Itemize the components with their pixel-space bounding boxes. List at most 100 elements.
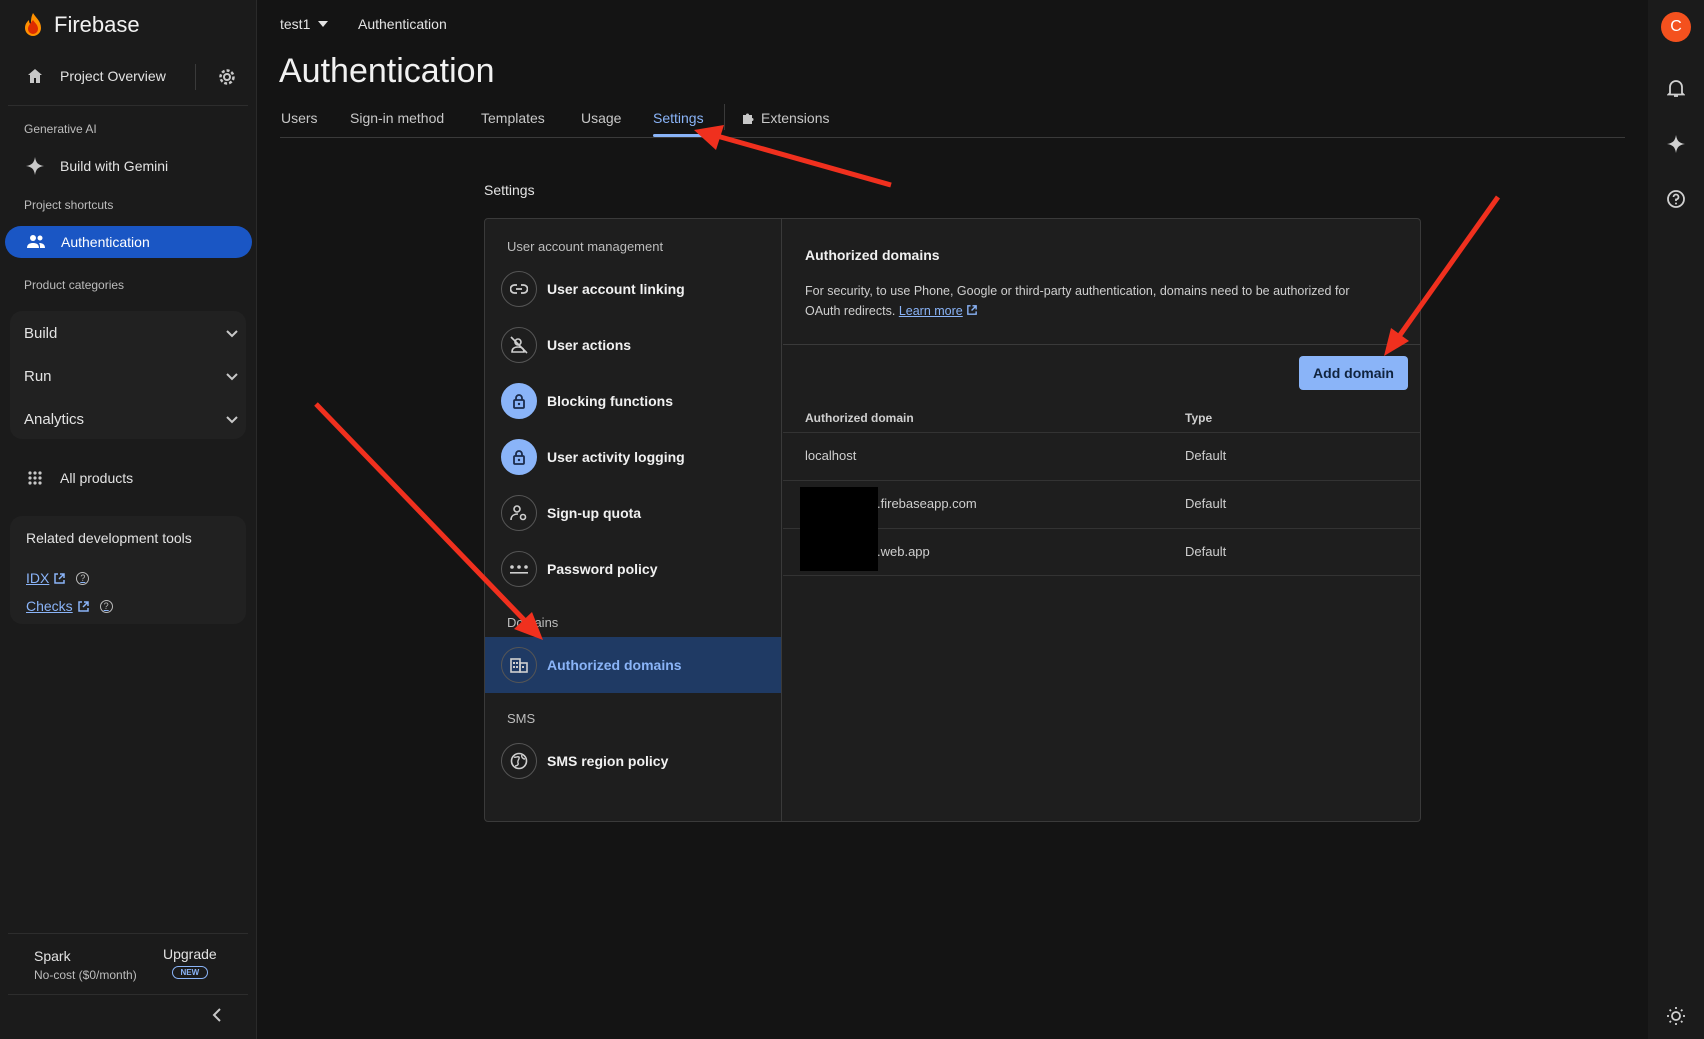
- external-link-icon: [77, 600, 89, 612]
- build-with-gemini-link[interactable]: Build with Gemini: [24, 155, 168, 177]
- category-build[interactable]: Build: [24, 315, 238, 351]
- domain-cell: .web.app: [877, 544, 930, 559]
- learn-more-label: Learn more: [898, 304, 963, 318]
- left-sidebar: Firebase Project Overview Generative AI …: [0, 0, 257, 1039]
- nav-authorized-domains[interactable]: Authorized domains: [485, 637, 781, 693]
- sidebar-divider: [8, 105, 248, 106]
- settings-card: User account management User account lin…: [484, 218, 1421, 822]
- build-with-gemini-label: Build with Gemini: [60, 158, 169, 174]
- plan-info: Spark No-cost ($0/month): [34, 948, 137, 982]
- tab-users[interactable]: Users: [281, 110, 318, 126]
- redaction-box: [800, 487, 878, 571]
- sparkle-icon: [24, 155, 46, 177]
- password-icon: [501, 551, 537, 587]
- section-project-shortcuts: Project shortcuts: [24, 198, 114, 212]
- tab-templates[interactable]: Templates: [481, 110, 545, 126]
- nav-sms-region-policy[interactable]: SMS region policy: [485, 733, 781, 789]
- learn-more-link[interactable]: Learn more: [899, 304, 963, 318]
- category-run[interactable]: Run: [24, 358, 238, 394]
- panel-title: Authorized domains: [805, 247, 940, 263]
- authentication-label: Authentication: [61, 234, 150, 250]
- add-domain-button[interactable]: Add domain: [1299, 356, 1408, 390]
- all-products-label: All products: [60, 470, 134, 486]
- sidebar-item-authentication[interactable]: Authentication: [5, 226, 252, 258]
- idx-link[interactable]: IDX ?: [26, 570, 90, 586]
- nav-user-account-linking[interactable]: User account linking: [485, 261, 781, 317]
- type-cell: Default: [1185, 544, 1227, 559]
- external-link-icon: [54, 572, 66, 584]
- project-selector[interactable]: test1: [280, 16, 329, 32]
- section-sms: SMS: [507, 711, 536, 726]
- domain-cell: localhost: [805, 448, 857, 463]
- nav-sign-up-quota[interactable]: Sign-up quota: [485, 485, 781, 541]
- sparkle-icon[interactable]: [1664, 132, 1688, 156]
- section-domains: Domains: [507, 615, 559, 630]
- all-products-link[interactable]: All products: [24, 467, 133, 489]
- related-tools-panel: Related development tools IDX ? Checks ?: [10, 516, 246, 624]
- category-analytics[interactable]: Analytics: [24, 401, 238, 437]
- tab-extensions[interactable]: Extensions: [741, 110, 829, 126]
- plan-cost: No-cost ($0/month): [34, 968, 137, 982]
- theme-sun-icon[interactable]: [1664, 1004, 1688, 1028]
- nav-user-activity-logging-label: User activity logging: [547, 449, 685, 465]
- upgrade-button[interactable]: Upgrade NEW: [163, 946, 217, 979]
- domain-building-icon: [501, 647, 537, 683]
- globe-icon: [501, 743, 537, 779]
- column-header-type: Type: [1185, 411, 1213, 425]
- right-rail: C: [1648, 0, 1704, 1039]
- panel-description: For security, to use Phone, Google or th…: [805, 281, 1385, 321]
- gear-icon[interactable]: [216, 66, 238, 88]
- help-icon[interactable]: ?: [76, 571, 90, 585]
- bell-icon[interactable]: [1664, 76, 1688, 100]
- puzzle-icon: [743, 113, 754, 124]
- tab-separator: [724, 104, 725, 130]
- type-cell: Default: [1185, 448, 1227, 463]
- checks-link[interactable]: Checks ?: [26, 598, 113, 614]
- collapse-sidebar-icon[interactable]: [212, 1006, 222, 1027]
- table-row[interactable]: .firebaseapp.com Default: [783, 480, 1420, 528]
- tab-extensions-label: Extensions: [761, 110, 830, 126]
- chevron-down-icon: [226, 325, 238, 342]
- firebase-logo[interactable]: Firebase: [22, 10, 140, 40]
- checks-label: Checks: [26, 598, 73, 614]
- tab-sign-in-method[interactable]: Sign-in method: [350, 110, 444, 126]
- help-icon[interactable]: [1664, 187, 1688, 211]
- sidebar-divider: [8, 933, 248, 934]
- nav-password-policy[interactable]: Password policy: [485, 541, 781, 597]
- column-header-domain: Authorized domain: [805, 411, 914, 425]
- table-row[interactable]: .web.app Default: [783, 528, 1420, 576]
- nav-user-actions-label: User actions: [547, 337, 632, 353]
- upgrade-label: Upgrade: [163, 946, 217, 962]
- related-tools-title: Related development tools: [26, 530, 192, 546]
- tab-usage[interactable]: Usage: [581, 110, 621, 126]
- table-row[interactable]: localhost Default: [783, 432, 1420, 480]
- avatar[interactable]: C: [1661, 12, 1691, 42]
- category-build-label: Build: [24, 324, 58, 342]
- nav-user-activity-logging[interactable]: User activity logging: [485, 429, 781, 485]
- nav-blocking-functions[interactable]: Blocking functions: [485, 373, 781, 429]
- nav-user-actions[interactable]: User actions: [485, 317, 781, 373]
- nav-authorized-domains-label: Authorized domains: [547, 657, 682, 673]
- product-categories: Build Run Analytics: [10, 311, 246, 439]
- person-gear-icon: [501, 495, 537, 531]
- apps-grid-icon: [24, 467, 46, 489]
- category-run-label: Run: [24, 367, 52, 385]
- help-icon[interactable]: ?: [99, 599, 113, 613]
- link-icon: [501, 271, 537, 307]
- project-name: test1: [280, 16, 311, 32]
- category-analytics-label: Analytics: [24, 410, 85, 428]
- project-overview-label: Project Overview: [60, 68, 166, 84]
- tab-bar: Users Sign-in method Templates Usage Set…: [280, 100, 1625, 138]
- person-off-icon: [501, 327, 537, 363]
- people-icon: [25, 231, 47, 253]
- panel-divider: [783, 344, 1420, 345]
- sidebar-divider: [8, 994, 248, 995]
- page-title: Authentication: [279, 52, 495, 90]
- plan-name: Spark: [34, 948, 71, 964]
- tab-settings[interactable]: Settings: [653, 110, 704, 126]
- idx-label: IDX: [26, 570, 50, 586]
- overview-separator: [195, 64, 196, 90]
- panel-description-text: For security, to use Phone, Google or th…: [805, 284, 1350, 318]
- nav-sign-up-quota-label: Sign-up quota: [547, 505, 642, 521]
- section-product-categories: Product categories: [24, 278, 125, 292]
